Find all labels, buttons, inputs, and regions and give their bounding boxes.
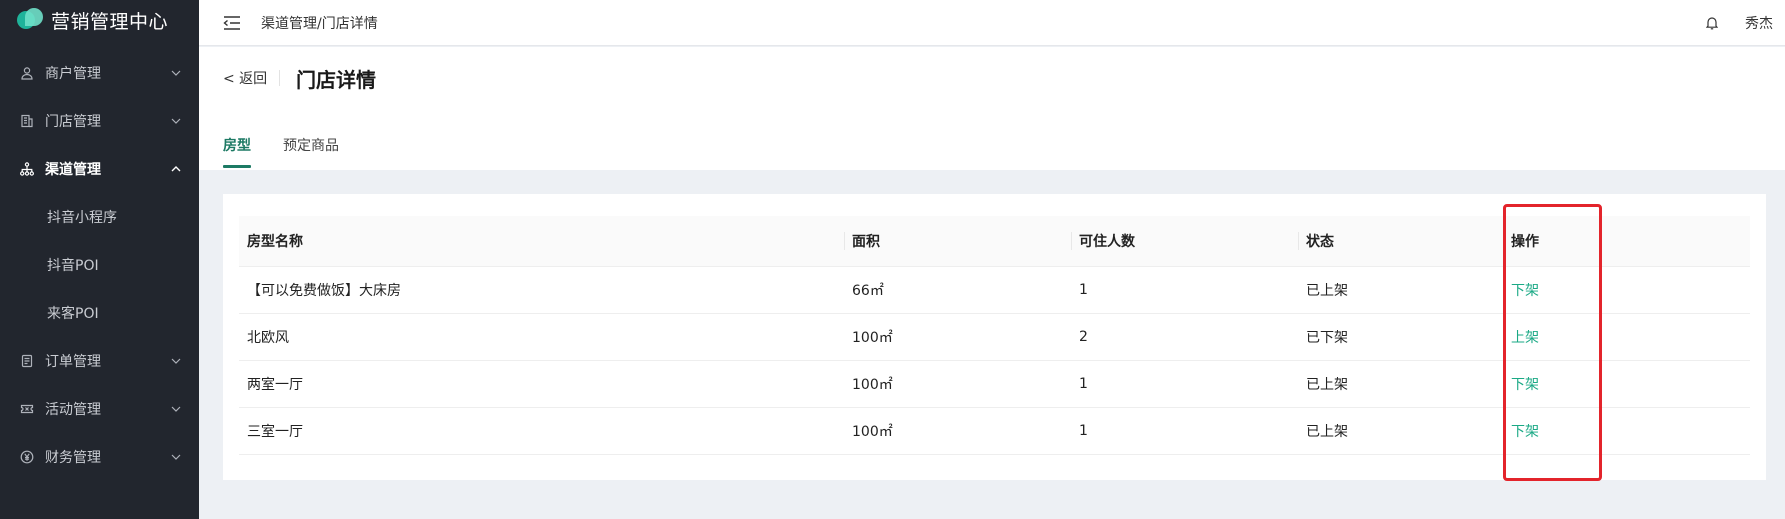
capacity-cell: 1 [1071, 360, 1298, 408]
chevron-down-icon [171, 116, 181, 126]
chevron-down-icon [171, 404, 181, 414]
tab-room-type[interactable]: 房型 [223, 135, 251, 168]
app-title: 营销管理中心 [51, 10, 169, 33]
chevron-down-icon [171, 68, 181, 78]
room-name-cell: 两室一厅 [239, 360, 844, 408]
logo[interactable]: 营销管理中心 [0, 0, 199, 40]
sidebar-item-channel[interactable]: 渠道管理 [0, 145, 199, 193]
tabs: 房型 预定商品 [223, 135, 371, 168]
column-header-action: 操作 [1503, 216, 1750, 267]
area-cell: 100㎡ [844, 313, 1071, 361]
sidebar-item-order[interactable]: 订单管理 [0, 337, 199, 385]
top-header: 渠道管理/门店详情 秀杰 [199, 0, 1785, 46]
table-row: 北欧风 100㎡ 2 已下架 上架 [239, 313, 1750, 361]
capacity-cell: 1 [1071, 266, 1298, 314]
sidebar-subitem-douyin-poi[interactable]: 抖音POI [0, 241, 199, 289]
room-name-cell: 【可以免费做饭】大床房 [239, 266, 844, 314]
sidebar-item-store[interactable]: 门店管理 [0, 97, 199, 145]
chevron-down-icon [171, 452, 181, 462]
logo-icon [17, 8, 43, 32]
room-type-card: 房型名称 面积 可住人数 状态 操作 【可以免费做饭】大床房 66㎡ 1 已上架… [223, 194, 1766, 480]
sidebar-subitem-laike-poi[interactable]: 来客POI [0, 289, 199, 337]
table-row: 【可以免费做饭】大床房 66㎡ 1 已上架 下架 [239, 266, 1750, 314]
user-name[interactable]: 秀杰 [1745, 13, 1773, 33]
breadcrumb: 渠道管理/门店详情 [261, 15, 378, 32]
sidebar-menu: 商户管理 门店管理 渠道管理 抖音小程序 抖音POI 来客POI 订单管理 活动… [0, 49, 199, 481]
action-cell: 下架 [1503, 266, 1750, 314]
delist-button[interactable]: 下架 [1511, 424, 1539, 440]
room-name-cell: 北欧风 [239, 313, 844, 361]
sidebar: 营销管理中心 商户管理 门店管理 渠道管理 抖音小程序 抖音POI 来客POI [0, 0, 199, 519]
sidebar-item-finance[interactable]: 财务管理 [0, 433, 199, 481]
page-title: 门店详情 [296, 68, 376, 92]
column-header-capacity: 可住人数 [1071, 216, 1298, 267]
bell-icon[interactable] [1706, 15, 1720, 31]
user-icon [20, 66, 34, 80]
header-right: 秀杰 [1706, 13, 1773, 33]
sidebar-subitem-douyin-miniapp[interactable]: 抖音小程序 [0, 193, 199, 241]
order-icon [20, 354, 34, 368]
column-header-area: 面积 [844, 216, 1071, 267]
back-button[interactable]: < 返回 [223, 68, 267, 88]
action-cell: 下架 [1503, 407, 1750, 455]
column-header-status: 状态 [1298, 216, 1503, 267]
area-cell: 66㎡ [844, 266, 1071, 314]
network-icon [20, 162, 34, 176]
status-cell: 已上架 [1298, 266, 1503, 314]
ticket-icon [20, 402, 34, 416]
column-header-name: 房型名称 [239, 216, 844, 267]
delist-button[interactable]: 下架 [1511, 377, 1539, 393]
page-header: < 返回 门店详情 房型 预定商品 [199, 47, 1785, 170]
room-type-table: 房型名称 面积 可住人数 状态 操作 【可以免费做饭】大床房 66㎡ 1 已上架… [239, 216, 1750, 455]
room-name-cell: 三室一厅 [239, 407, 844, 455]
sidebar-item-merchant[interactable]: 商户管理 [0, 49, 199, 97]
chevron-down-icon [171, 356, 181, 366]
divider [279, 70, 280, 86]
menu-collapse-icon[interactable] [223, 15, 241, 31]
table-header-row: 房型名称 面积 可住人数 状态 操作 [239, 216, 1750, 267]
list-button[interactable]: 上架 [1511, 330, 1539, 346]
action-cell: 下架 [1503, 360, 1750, 408]
building-icon [20, 114, 34, 128]
table-row: 三室一厅 100㎡ 1 已上架 下架 [239, 407, 1750, 455]
status-cell: 已上架 [1298, 360, 1503, 408]
action-cell: 上架 [1503, 313, 1750, 361]
status-cell: 已上架 [1298, 407, 1503, 455]
delist-button[interactable]: 下架 [1511, 283, 1539, 299]
area-cell: 100㎡ [844, 360, 1071, 408]
yen-coin-icon [20, 450, 34, 464]
sidebar-item-activity[interactable]: 活动管理 [0, 385, 199, 433]
chevron-up-icon [171, 164, 181, 174]
table-row: 两室一厅 100㎡ 1 已上架 下架 [239, 360, 1750, 408]
capacity-cell: 2 [1071, 313, 1298, 361]
tab-booking-products[interactable]: 预定商品 [283, 135, 339, 167]
status-cell: 已下架 [1298, 313, 1503, 361]
area-cell: 100㎡ [844, 407, 1071, 455]
capacity-cell: 1 [1071, 407, 1298, 455]
